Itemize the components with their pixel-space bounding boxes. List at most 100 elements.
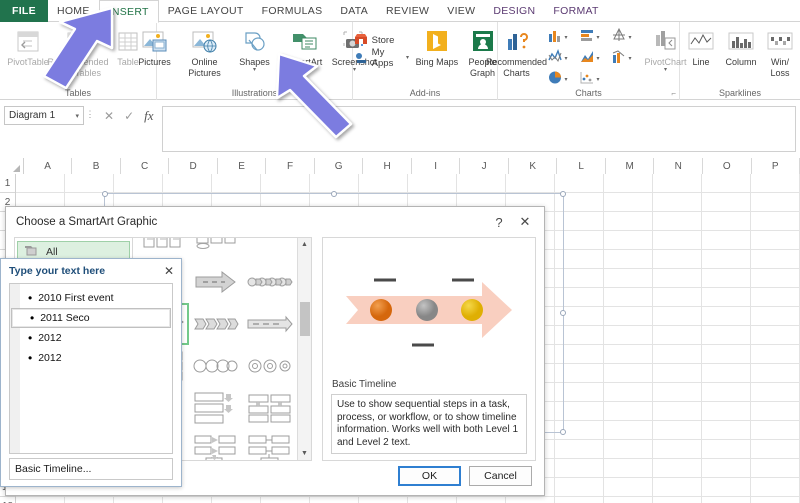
cell-M5[interactable] (604, 250, 653, 269)
cell-F1[interactable] (261, 174, 310, 193)
cell-A1[interactable] (16, 174, 65, 193)
cell-P12[interactable] (751, 383, 800, 402)
cell-P10[interactable] (751, 345, 800, 364)
tab-file[interactable]: FILE (0, 0, 48, 22)
cell-A18[interactable] (16, 497, 65, 503)
row-header-1[interactable]: 1 (0, 174, 15, 193)
area-chart-button[interactable]: ▾ (579, 49, 609, 69)
cancel-button[interactable]: Cancel (469, 466, 532, 486)
column-header-C[interactable]: C (120, 158, 170, 174)
name-box[interactable]: Diagram 1 ▾ (4, 106, 84, 125)
cell-M13[interactable] (604, 402, 653, 421)
cell-J18[interactable] (457, 497, 506, 503)
insert-function-icon[interactable]: fx (144, 108, 153, 124)
cancel-icon[interactable]: ✕ (104, 109, 114, 123)
row-header-18[interactable]: 18 (0, 497, 15, 503)
cell-M3[interactable] (604, 212, 653, 231)
bar-chart-button[interactable]: ▾ (579, 28, 609, 48)
column-header-G[interactable]: G (314, 158, 364, 174)
cell-B1[interactable] (65, 174, 114, 193)
tab-page-layout[interactable]: PAGE LAYOUT (159, 0, 253, 22)
cell-C18[interactable] (114, 497, 163, 503)
recommended-charts-button[interactable]: Recommended Charts (486, 25, 547, 78)
cell-O10[interactable] (702, 345, 751, 364)
cell-C1[interactable] (114, 174, 163, 193)
cell-O18[interactable] (702, 497, 751, 503)
enter-icon[interactable]: ✓ (124, 109, 134, 123)
column-header-N[interactable]: N (654, 158, 703, 174)
recommended-pivot-tables-button[interactable]: Recommended PivotTables (47, 25, 109, 78)
cell-P11[interactable] (751, 364, 800, 383)
column-header-E[interactable]: E (217, 158, 267, 174)
cell-N1[interactable] (653, 174, 702, 193)
chevron-down-icon[interactable]: ▾ (565, 56, 568, 62)
tab-view[interactable]: VIEW (438, 0, 484, 22)
cell-E1[interactable] (212, 174, 261, 193)
cell-K1[interactable] (506, 174, 555, 193)
cell-P3[interactable] (751, 212, 800, 231)
column-chart-button[interactable]: ▾ (547, 28, 577, 48)
chevron-down-icon[interactable]: ▾ (406, 55, 409, 61)
gallery-item-step-down-process[interactable] (189, 387, 243, 429)
tab-design[interactable]: DESIGN (484, 0, 544, 22)
cell-P14[interactable] (751, 421, 800, 440)
scatter-chart-button[interactable]: ▾ (579, 70, 609, 90)
cell-L15[interactable] (555, 440, 604, 459)
smartart-text-pane[interactable]: Type your text here ✕ • 2010 First event… (0, 258, 182, 487)
cell-O15[interactable] (702, 440, 751, 459)
column-header-F[interactable]: F (266, 158, 315, 174)
gallery-item-gear-process[interactable] (243, 345, 297, 387)
ok-button[interactable]: OK (398, 466, 461, 486)
cell-O7[interactable] (702, 288, 751, 307)
cell-M1[interactable] (604, 174, 653, 193)
cell-M10[interactable] (604, 345, 653, 364)
gallery-item-vertical-tab-list[interactable] (243, 238, 297, 261)
resize-handle-e[interactable] (560, 310, 566, 316)
chevron-down-icon[interactable]: ▾ (597, 35, 600, 41)
gallery-scroll-thumb[interactable] (300, 302, 310, 336)
cell-O2[interactable] (702, 193, 751, 212)
resize-handle-n[interactable] (331, 191, 337, 197)
cell-P5[interactable] (751, 250, 800, 269)
cell-N13[interactable] (653, 402, 702, 421)
cell-P4[interactable] (751, 231, 800, 250)
gallery-item-continuous-arrow-process[interactable] (243, 303, 297, 345)
cell-M6[interactable] (604, 269, 653, 288)
column-header-P[interactable]: P (751, 158, 800, 174)
scroll-down-icon[interactable]: ▼ (301, 447, 308, 460)
cell-N6[interactable] (653, 269, 702, 288)
cell-N12[interactable] (653, 383, 702, 402)
chevron-down-icon[interactable]: ▾ (664, 67, 667, 73)
gallery-item-arrow-process-group[interactable] (189, 429, 243, 460)
chevron-down-icon[interactable]: ▾ (253, 67, 256, 73)
text-pane-item-3[interactable]: • 2012 (10, 328, 172, 348)
cell-G18[interactable] (310, 497, 359, 503)
cell-O8[interactable] (702, 307, 751, 326)
cell-L16[interactable] (555, 459, 604, 478)
tab-formulas[interactable]: FORMULAS (253, 0, 332, 22)
cell-F18[interactable] (261, 497, 310, 503)
gallery-item-block-hierarchy[interactable] (243, 429, 297, 460)
resize-handle-nw[interactable] (102, 191, 108, 197)
chevron-down-icon[interactable]: ▾ (565, 35, 568, 41)
resize-handle-ne[interactable] (560, 191, 566, 197)
cell-M2[interactable] (604, 193, 653, 212)
line-chart-button[interactable]: ▾ (547, 49, 577, 69)
cell-H1[interactable] (359, 174, 408, 193)
chevron-down-icon[interactable]: ▾ (75, 112, 79, 120)
cell-M7[interactable] (604, 288, 653, 307)
cell-N14[interactable] (653, 421, 702, 440)
cell-P17[interactable] (751, 478, 800, 497)
cell-O5[interactable] (702, 250, 751, 269)
cell-O17[interactable] (702, 478, 751, 497)
gallery-item-circle-accent-timeline[interactable] (243, 261, 297, 303)
gallery-item-interconnected-rings[interactable] (189, 345, 243, 387)
bing-maps-button[interactable]: Bing Maps (414, 25, 460, 68)
cell-M4[interactable] (604, 231, 653, 250)
cell-P16[interactable] (751, 459, 800, 478)
cell-M11[interactable] (604, 364, 653, 383)
pictures-button[interactable]: Pictures (130, 25, 180, 68)
cell-N8[interactable] (653, 307, 702, 326)
text-pane-item-1[interactable]: • 2010 First event (10, 288, 172, 308)
cell-O11[interactable] (702, 364, 751, 383)
